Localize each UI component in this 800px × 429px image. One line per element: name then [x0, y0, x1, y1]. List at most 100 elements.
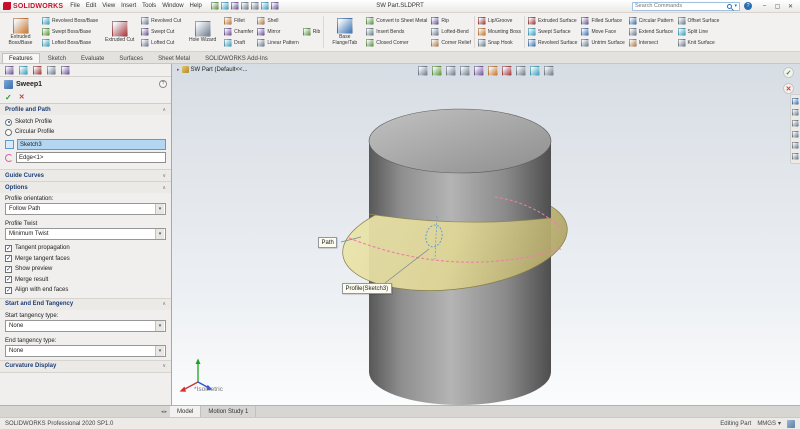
profile-callout[interactable]: Profile(Sketch3) — [342, 283, 392, 294]
sketch-profile-radio[interactable]: Sketch Profile — [5, 117, 166, 127]
ribbon-move-face[interactable]: Move Face — [580, 28, 625, 36]
rebuild-icon[interactable] — [261, 2, 269, 10]
ribbon-revolved-cut[interactable]: Revolved Cut — [140, 17, 182, 25]
model-tab-motion-study-1[interactable]: Motion Study 1 — [201, 406, 256, 417]
undo-icon[interactable] — [251, 2, 259, 10]
options-icon[interactable] — [271, 2, 279, 10]
menu-insert[interactable]: Insert — [118, 3, 139, 9]
hide-show-items-icon[interactable] — [502, 66, 512, 76]
ribbon-rip[interactable]: Rip — [430, 17, 471, 25]
path-callout[interactable]: Path — [318, 237, 337, 248]
ribbon-swept-cut[interactable]: Swept Cut — [140, 28, 182, 36]
menu-window[interactable]: Window — [159, 3, 186, 9]
file-explorer-icon[interactable] — [792, 120, 799, 127]
profile-field[interactable]: Sketch3 — [17, 139, 166, 150]
ribbon-chamfer[interactable]: Chamfer — [223, 28, 254, 36]
chevron-down-icon[interactable]: ∨ — [162, 363, 166, 369]
view-settings-icon[interactable] — [544, 66, 554, 76]
ribbon-circular-pattern[interactable]: Circular Pattern — [628, 17, 675, 25]
ribbon-lofted-boss-base[interactable]: Lofted Boss/Base — [41, 39, 99, 47]
profile-twist-select[interactable]: Minimum Twist ▾ — [5, 228, 166, 240]
align-with-end-faces-checkbox[interactable]: ✓ — [5, 287, 12, 294]
ribbon-snap-hook[interactable]: Snap Hook — [477, 39, 522, 47]
circular-profile-radio[interactable]: Circular Profile — [5, 127, 166, 137]
section-header[interactable]: Start and End Tangency ∧ — [0, 299, 171, 310]
property-manager-tab-icon[interactable] — [5, 66, 14, 75]
merge-result-checkbox[interactable]: ✓ — [5, 276, 12, 283]
ribbon-hole-wizard[interactable]: Hole Wizard — [184, 14, 221, 50]
quick-tips-icon[interactable] — [787, 420, 795, 428]
ribbon-knit-surface[interactable]: Knit Surface — [677, 39, 721, 47]
open-icon[interactable] — [221, 2, 229, 10]
view-palette-icon[interactable] — [792, 131, 799, 138]
display-style-icon[interactable] — [488, 66, 498, 76]
pm-ok-button[interactable]: ✓ — [5, 93, 12, 102]
ribbon-linear-pattern[interactable]: Linear Pattern — [256, 39, 299, 47]
help-icon[interactable]: ? — [744, 2, 752, 10]
menu-edit[interactable]: Edit — [83, 3, 99, 9]
ribbon-draft[interactable]: Draft — [223, 39, 254, 47]
cylinder-top-face[interactable] — [369, 109, 551, 173]
close-button[interactable]: ✕ — [784, 1, 797, 12]
radio-icon[interactable] — [5, 129, 12, 136]
ribbon-extruded-boss-base[interactable]: Extruded Boss/Base — [2, 14, 39, 50]
ribbon-extruded-cut[interactable]: Extruded Cut — [101, 14, 138, 50]
model-tab-model[interactable]: Model — [170, 406, 201, 417]
ribbon-lofted-cut[interactable]: Lofted Cut — [140, 39, 182, 47]
tab-scroll-left-icon[interactable]: ◂ — [161, 409, 164, 415]
chevron-up-icon[interactable]: ∧ — [162, 185, 166, 191]
print-icon[interactable] — [241, 2, 249, 10]
ribbon-extruded-surface[interactable]: Extruded Surface — [527, 17, 578, 25]
zoom-area-icon[interactable] — [432, 66, 442, 76]
search-box[interactable]: ▾ — [632, 2, 740, 11]
ribbon-insert-bends[interactable]: Insert Bends — [365, 28, 428, 36]
tab-surfaces[interactable]: Surfaces — [112, 53, 150, 63]
section-header[interactable]: Guide Curves ∨ — [0, 170, 171, 181]
merge-tangent-faces-checkbox[interactable]: ✓ — [5, 255, 12, 262]
resources-icon[interactable] — [792, 98, 799, 105]
chevron-up-icon[interactable]: ∧ — [162, 107, 166, 113]
cancel-button[interactable]: ✕ — [783, 83, 794, 94]
chevron-down-icon[interactable]: ▾ — [734, 3, 737, 9]
ribbon-offset-surface[interactable]: Offset Surface — [677, 17, 721, 25]
view-orientation-icon[interactable] — [474, 66, 484, 76]
ribbon-corner-relief[interactable]: Corner Relief — [430, 39, 471, 47]
section-view-icon[interactable] — [460, 66, 470, 76]
menu-help[interactable]: Help — [187, 3, 205, 9]
pm-help-icon[interactable]: ? — [159, 80, 167, 88]
ribbon-swept-surface[interactable]: Swept Surface — [527, 28, 578, 36]
previous-view-icon[interactable] — [446, 66, 456, 76]
design-library-icon[interactable] — [792, 109, 799, 116]
3d-scene[interactable] — [172, 64, 800, 405]
ribbon-filled-surface[interactable]: Filled Surface — [580, 17, 625, 25]
save-icon[interactable] — [231, 2, 239, 10]
menu-view[interactable]: View — [99, 3, 118, 9]
maximize-button[interactable]: ▢ — [771, 1, 784, 12]
search-input[interactable] — [635, 3, 725, 9]
graphics-area[interactable]: ▸ SW Part (Default<<... ✓✕ Path Profile(… — [172, 64, 800, 405]
apply-scene-icon[interactable] — [530, 66, 540, 76]
chevron-up-icon[interactable]: ∧ — [162, 301, 166, 307]
ribbon-fillet[interactable]: Fillet — [223, 17, 254, 25]
ribbon-shell[interactable]: Shell — [256, 17, 299, 25]
ribbon-lip-groove[interactable]: Lip/Groove — [477, 17, 522, 25]
custom-properties-icon[interactable] — [792, 153, 799, 160]
section-header[interactable]: Curvature Display ∨ — [0, 361, 171, 372]
profile-orientation-select[interactable]: Follow Path ▾ — [5, 203, 166, 215]
ribbon-closed-corner[interactable]: Closed Corner — [365, 39, 428, 47]
start-tangency-select[interactable]: None ▾ — [5, 320, 166, 332]
zoom-fit-icon[interactable] — [418, 66, 428, 76]
section-header[interactable]: Options ∧ — [0, 182, 171, 193]
ok-button[interactable]: ✓ — [783, 67, 794, 78]
tab-sketch[interactable]: Sketch — [41, 53, 73, 63]
menu-tools[interactable]: Tools — [139, 3, 159, 9]
edit-appearance-icon[interactable] — [516, 66, 526, 76]
tab-sheet-metal[interactable]: Sheet Metal — [151, 53, 197, 63]
tab-solidworks-add-ins[interactable]: SOLIDWORKS Add-Ins — [198, 53, 275, 63]
path-field[interactable]: Edge<1> — [16, 152, 166, 163]
tab-features[interactable]: Features — [2, 53, 40, 63]
pane-options-tab-icon[interactable] — [61, 66, 70, 75]
ribbon-rib[interactable]: Rib — [302, 28, 322, 36]
end-tangency-select[interactable]: None ▾ — [5, 345, 166, 357]
ribbon-swept-boss-base[interactable]: Swept Boss/Base — [41, 28, 99, 36]
